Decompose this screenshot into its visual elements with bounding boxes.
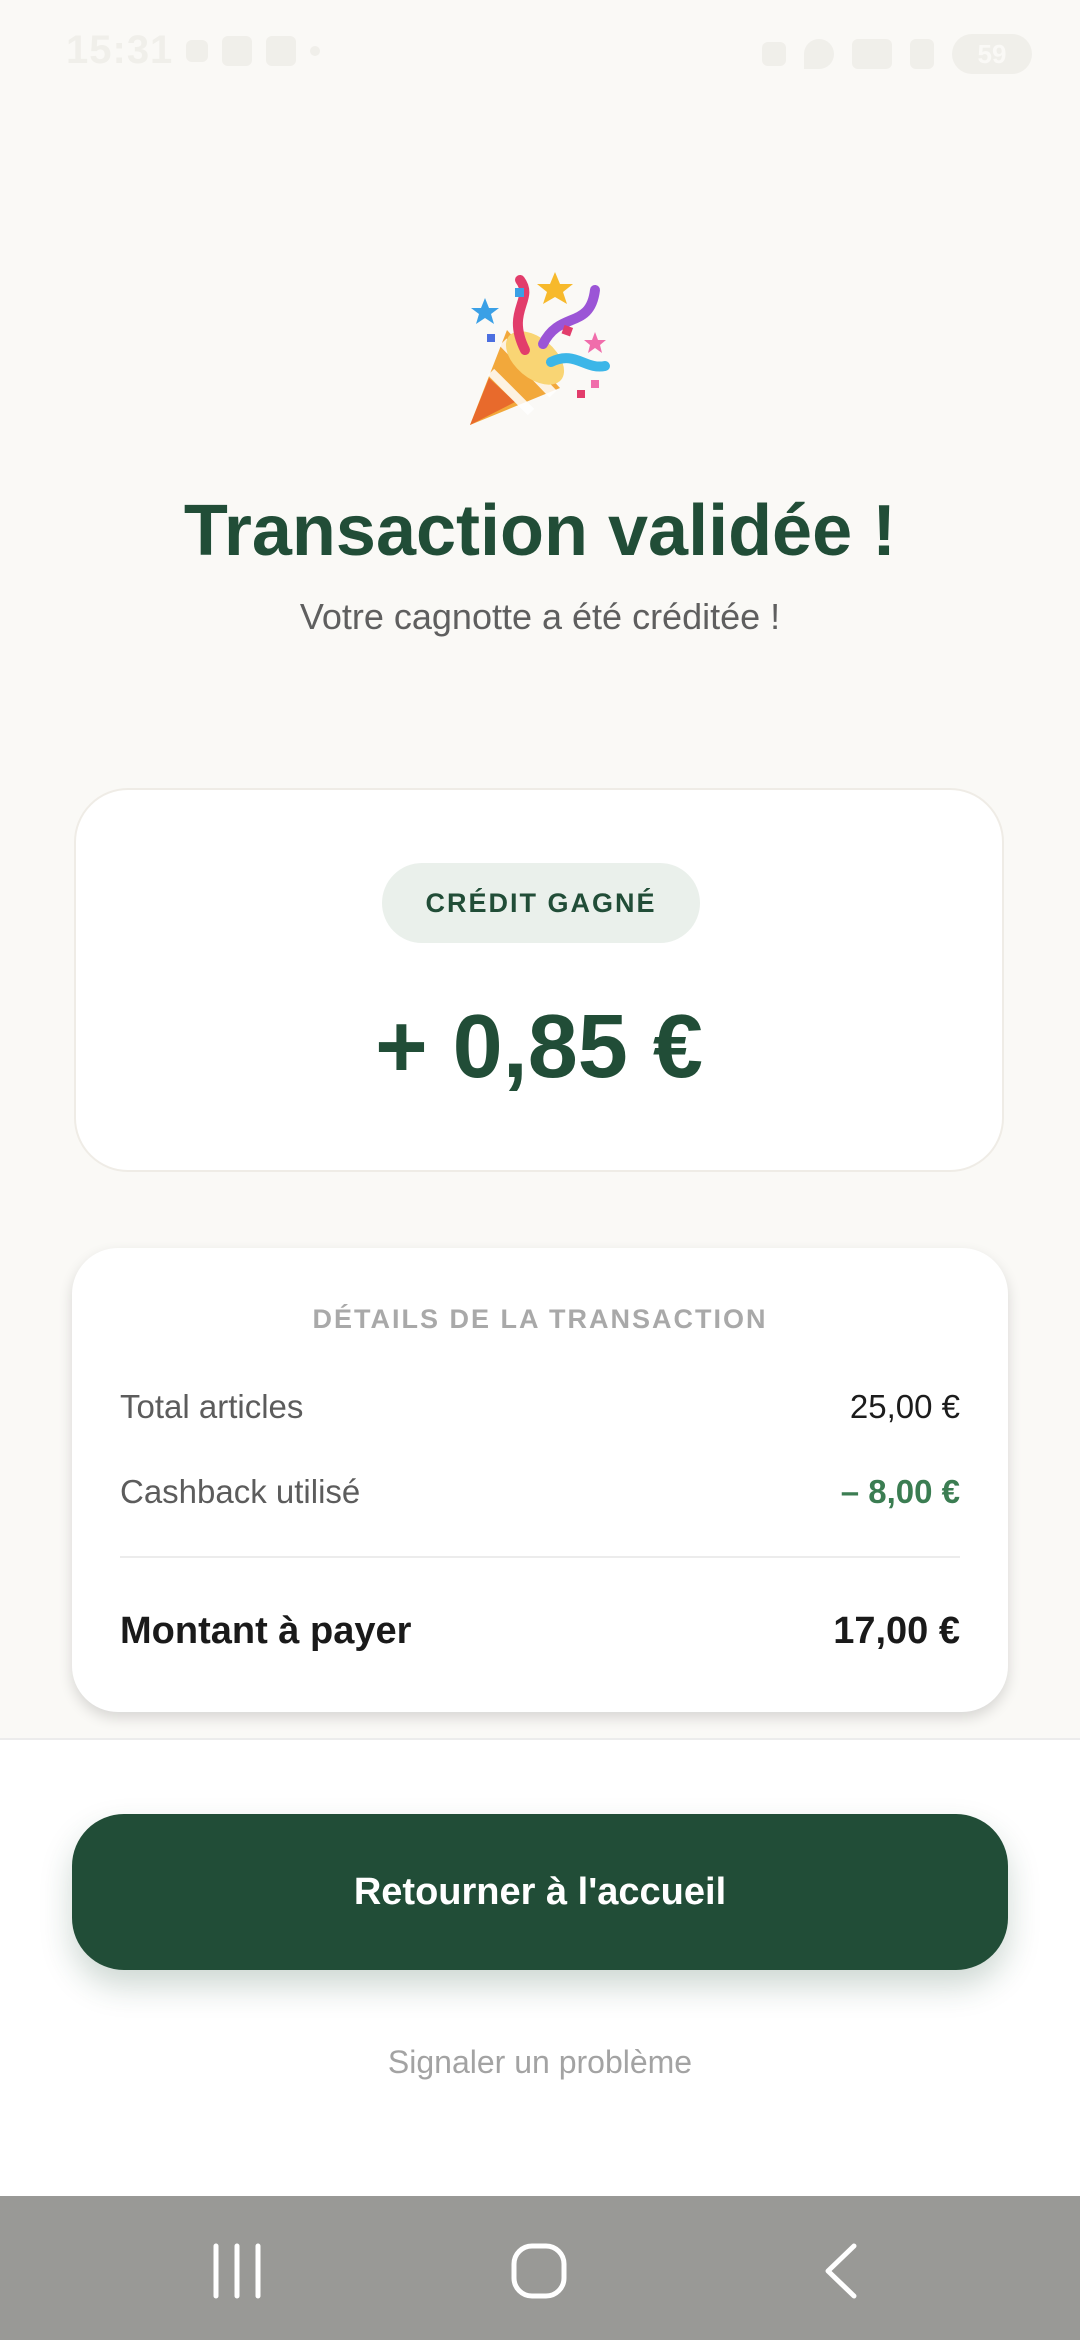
credit-amount: + 0,85 € [375, 997, 703, 1097]
more-dot-icon [310, 46, 320, 56]
notification-icon [186, 40, 208, 62]
navigation-bar [0, 2196, 1080, 2340]
signal-icon [910, 39, 934, 69]
status-time: 15:31 [66, 28, 174, 72]
status-system-icons: 59 [762, 34, 1032, 74]
bottom-action-panel: Retourner à l'accueil Signaler un problè… [0, 1738, 1080, 2198]
teams-icon [266, 36, 296, 66]
mute-icon [762, 42, 786, 66]
details-row-label: Total articles [120, 1388, 304, 1425]
status-bar: 15:31 59 [0, 0, 1080, 110]
details-total-row: Montant à payer 17,00 € [120, 1610, 960, 1653]
details-title: DÉTAILS DE LA TRANSACTION [312, 1304, 768, 1334]
home-assistant-icon [222, 36, 252, 66]
transaction-details-card: DÉTAILS DE LA TRANSACTION Total articles… [72, 1248, 1008, 1712]
details-row-value: – 8,00 € [840, 1473, 960, 1510]
location-icon [804, 39, 834, 69]
battery-icon: 59 [952, 34, 1032, 74]
wifi-icon [852, 39, 892, 69]
party-popper-icon [470, 272, 610, 425]
credit-card: CRÉDIT GAGNÉ + 0,85 € [74, 788, 1004, 1172]
details-row: Cashback utilisé – 8,00 € [120, 1473, 960, 1511]
page-title: Transaction validée ! [183, 491, 897, 571]
battery-level: 59 [977, 38, 1007, 69]
details-row-label: Cashback utilisé [120, 1473, 361, 1510]
details-row: Total articles 25,00 € [120, 1388, 960, 1426]
credit-badge: CRÉDIT GAGNÉ [382, 863, 700, 943]
back-icon[interactable] [808, 2236, 878, 2306]
details-row-value: 25,00 € [849, 1388, 960, 1425]
total-label: Montant à payer [120, 1610, 412, 1652]
report-problem-link[interactable]: Signaler un problème [0, 2044, 1080, 2081]
total-value: 17,00 € [833, 1610, 960, 1652]
recent-apps-icon[interactable] [202, 2236, 272, 2306]
home-icon[interactable] [504, 2236, 574, 2306]
page-subtitle: Votre cagnotte a été créditée ! [299, 596, 781, 637]
divider [120, 1556, 960, 1558]
return-home-button[interactable]: Retourner à l'accueil [72, 1814, 1008, 1970]
status-notification-icons [186, 36, 320, 66]
